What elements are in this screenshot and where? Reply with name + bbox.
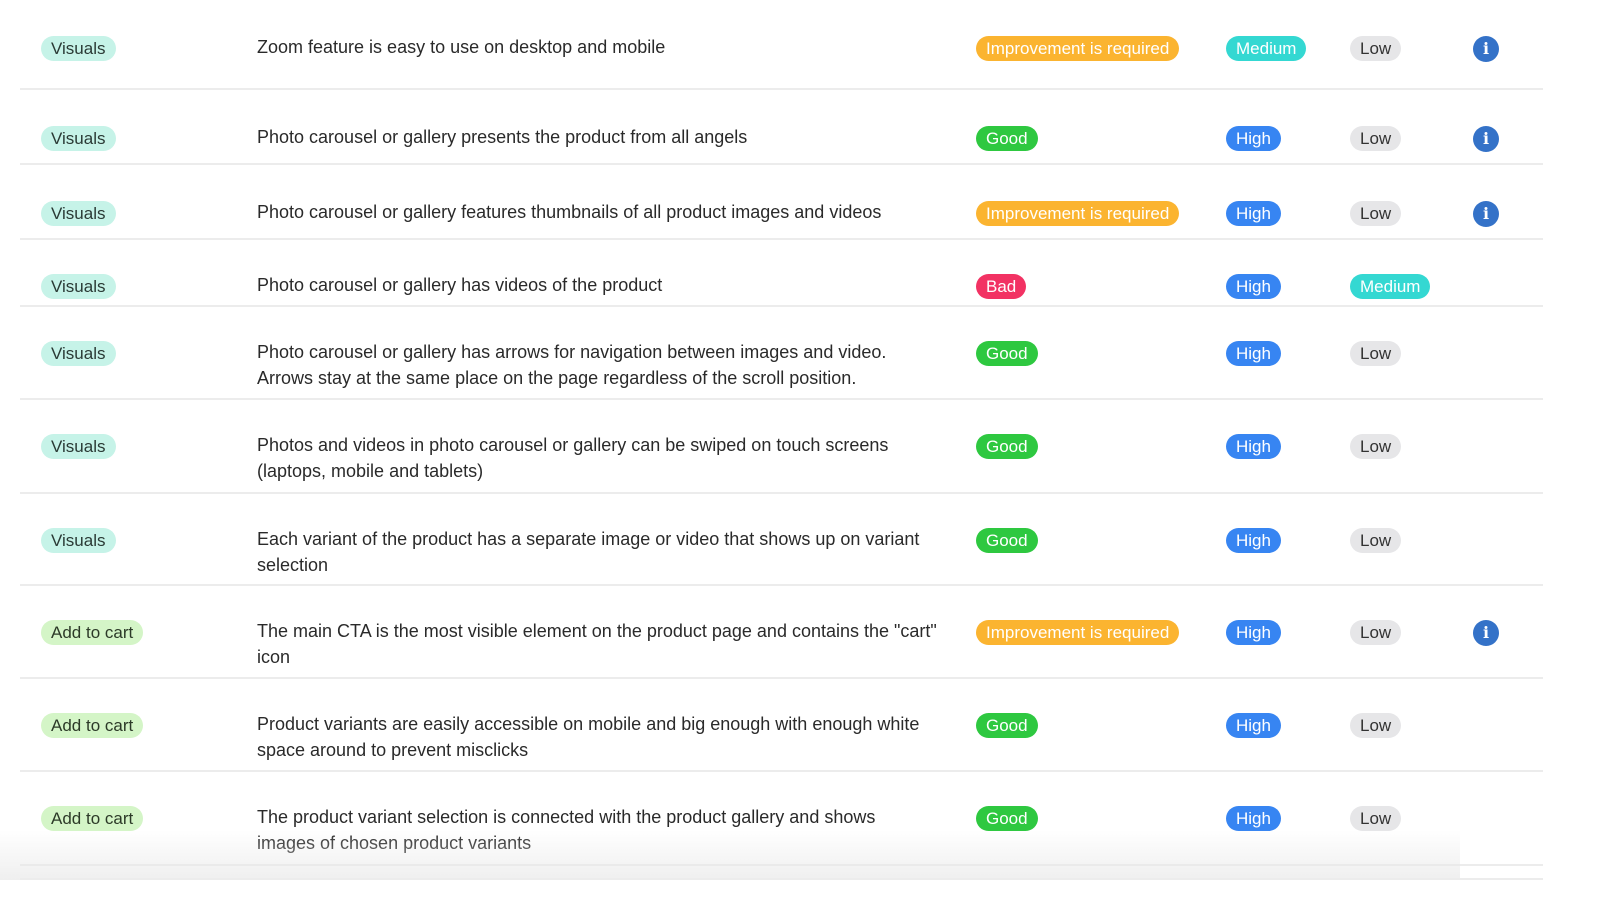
effort-badge: Low — [1350, 36, 1402, 61]
checklist-table: Visuals Zoom feature is easy to use on d… — [20, 0, 1543, 866]
category-tag: Add to cart — [41, 806, 144, 831]
item-description: Photo carousel or gallery features thumb… — [257, 202, 882, 222]
priority-badge: High — [1226, 341, 1281, 366]
priority-badge: High — [1226, 713, 1281, 738]
effort-badge: Low — [1350, 126, 1402, 151]
divider — [20, 878, 1543, 880]
category-tag: Visuals — [41, 341, 116, 366]
category-tag: Visuals — [41, 36, 116, 61]
priority-badge: High — [1226, 620, 1281, 645]
info-icon[interactable]: i — [1473, 201, 1499, 227]
table-row[interactable]: Visuals Each variant of the product has … — [20, 494, 1543, 586]
category-tag: Visuals — [41, 274, 116, 299]
effort-badge: Low — [1350, 434, 1402, 459]
priority-badge: High — [1226, 274, 1281, 299]
priority-badge: High — [1226, 528, 1281, 553]
info-icon[interactable]: i — [1473, 126, 1499, 152]
table-row[interactable]: Visuals Photo carousel or gallery presen… — [20, 90, 1543, 165]
status-badge: Good — [976, 434, 1038, 459]
category-tag: Visuals — [41, 528, 116, 553]
status-badge: Bad — [976, 274, 1027, 299]
category-tag: Visuals — [41, 126, 116, 151]
item-description: Each variant of the product has a separa… — [257, 529, 920, 575]
effort-badge: Low — [1350, 620, 1402, 645]
status-badge: Good — [976, 713, 1038, 738]
priority-badge: High — [1226, 201, 1281, 226]
table-row[interactable]: Add to cart The main CTA is the most vis… — [20, 586, 1543, 679]
status-badge: Good — [976, 341, 1038, 366]
table-row[interactable]: Add to cart Product variants are easily … — [20, 679, 1543, 772]
item-description: Photos and videos in photo carousel or g… — [257, 435, 889, 481]
effort-badge: Low — [1350, 341, 1402, 366]
priority-badge: High — [1226, 434, 1281, 459]
table-row[interactable]: Visuals Zoom feature is easy to use on d… — [20, 0, 1543, 90]
info-icon[interactable]: i — [1473, 620, 1499, 646]
status-badge: Good — [976, 126, 1038, 151]
table-row[interactable]: Add to cart The product variant selectio… — [20, 772, 1543, 866]
effort-badge: Low — [1350, 806, 1402, 831]
table-row[interactable]: Visuals Photos and videos in photo carou… — [20, 400, 1543, 494]
info-icon[interactable]: i — [1473, 36, 1499, 62]
priority-badge: Medium — [1226, 36, 1307, 61]
status-badge: Good — [976, 528, 1038, 553]
item-description: The product variant selection is connect… — [257, 807, 876, 853]
item-description: Zoom feature is easy to use on desktop a… — [257, 37, 666, 57]
item-description: Photo carousel or gallery presents the p… — [257, 127, 748, 147]
effort-badge: Low — [1350, 528, 1402, 553]
category-tag: Visuals — [41, 201, 116, 226]
priority-badge: High — [1226, 806, 1281, 831]
item-description: The main CTA is the most visible element… — [257, 621, 937, 667]
status-badge: Improvement is required — [976, 36, 1180, 61]
category-tag: Add to cart — [41, 713, 144, 738]
effort-badge: Low — [1350, 713, 1402, 738]
priority-badge: High — [1226, 126, 1281, 151]
status-badge: Improvement is required — [976, 620, 1180, 645]
category-tag: Add to cart — [41, 620, 144, 645]
category-tag: Visuals — [41, 434, 116, 459]
table-row[interactable]: Visuals Photo carousel or gallery featur… — [20, 165, 1543, 240]
item-description: Photo carousel or gallery has arrows for… — [257, 342, 887, 388]
status-badge: Improvement is required — [976, 201, 1180, 226]
item-description: Photo carousel or gallery has videos of … — [257, 275, 663, 295]
effort-badge: Medium — [1350, 274, 1431, 299]
item-description: Product variants are easily accessible o… — [257, 714, 920, 760]
status-badge: Good — [976, 806, 1038, 831]
table-row[interactable]: Visuals Photo carousel or gallery has ar… — [20, 307, 1543, 400]
table-row[interactable]: Visuals Photo carousel or gallery has vi… — [20, 240, 1543, 307]
effort-badge: Low — [1350, 201, 1402, 226]
